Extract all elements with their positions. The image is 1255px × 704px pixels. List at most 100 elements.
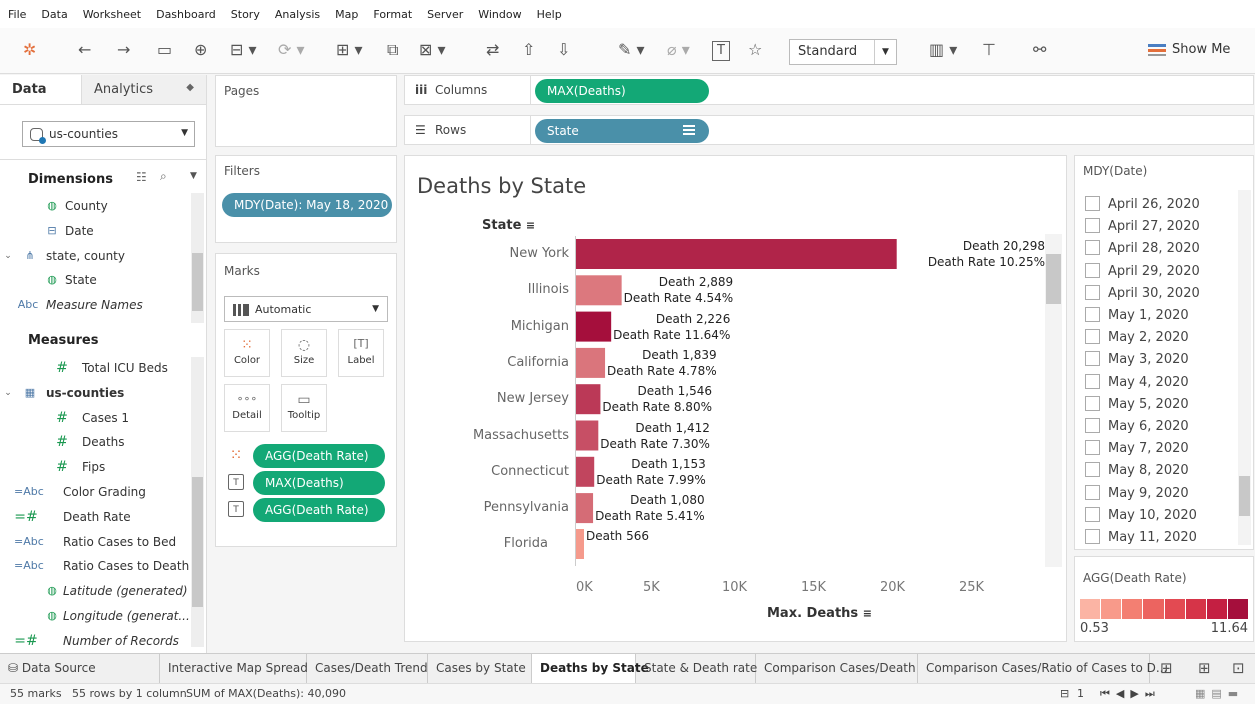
menu-item[interactable]: File (8, 8, 26, 21)
detail-button[interactable]: ∘∘∘ Detail (224, 384, 270, 432)
x-axis-title[interactable]: Max. Deaths ≡ (767, 606, 872, 621)
bar-michigan[interactable] (576, 311, 612, 342)
field-item[interactable]: ◍ Latitude (generated) (0, 579, 190, 603)
measures-scrollbar[interactable] (191, 357, 204, 647)
bar-massachusetts[interactable] (576, 420, 599, 451)
refresh-icon[interactable]: ⟳ ▾ (278, 40, 305, 60)
tab-data-source[interactable]: ⛁ Data Source (0, 654, 160, 684)
field-item[interactable]: # Fips (0, 455, 190, 479)
sheet-tab[interactable]: Cases by State (428, 654, 532, 684)
field-item[interactable]: ◍ State (0, 268, 190, 292)
filter-pill-date[interactable]: MDY(Date): May 18, 2020 (222, 193, 392, 217)
state-label[interactable]: Pennsylvania (484, 500, 569, 515)
bar-new-york[interactable] (576, 239, 897, 269)
bar-new-jersey[interactable] (576, 384, 601, 415)
legend-swatch[interactable] (1143, 599, 1164, 619)
field-item[interactable]: # Total ICU Beds (0, 356, 190, 380)
mark-type-select[interactable]: Automatic ▼ (224, 296, 388, 322)
checkbox[interactable] (1085, 373, 1100, 389)
presentation-icon[interactable]: ⊤ (982, 40, 996, 60)
new-worksheet-icon[interactable]: ⊞ (1160, 659, 1173, 677)
sort-ascending-icon[interactable]: ⇧ (522, 40, 535, 60)
mark-pill-label-rate[interactable]: AGG(Death Rate) (253, 498, 385, 522)
field-item[interactable]: =Abc Ratio Cases to Bed (0, 530, 190, 554)
date-filter-item[interactable]: May 6, 2020 (1085, 416, 1189, 438)
view-mode-icons[interactable]: ▦▤▬ (1195, 684, 1244, 704)
checkbox[interactable] (1085, 262, 1100, 278)
state-label[interactable]: Massachusetts (473, 428, 569, 443)
field-item[interactable]: Abc Measure Names (0, 293, 190, 317)
checkbox[interactable] (1085, 484, 1100, 500)
cards-icon[interactable]: ▥ ▾ (929, 40, 957, 60)
bar-california[interactable] (576, 347, 606, 378)
mark-pill-color[interactable]: AGG(Death Rate) (253, 444, 385, 468)
menu-item[interactable]: Story (231, 8, 260, 21)
scroll-thumb[interactable] (1046, 254, 1061, 304)
date-filter-item[interactable]: May 4, 2020 (1085, 372, 1189, 394)
legend-swatch[interactable] (1122, 599, 1143, 619)
state-label[interactable]: New York (509, 246, 569, 261)
rows-pill-state[interactable]: State (535, 119, 709, 143)
bar-florida[interactable] (576, 529, 584, 560)
checkbox[interactable] (1085, 506, 1100, 522)
menu-item[interactable]: Server (427, 8, 463, 21)
date-filter-item[interactable]: May 8, 2020 (1085, 460, 1189, 482)
state-label[interactable]: Michigan (511, 319, 569, 334)
clear-sheet-icon[interactable]: ⊠ ▾ (419, 40, 446, 60)
field-item[interactable]: ⊟ Date (0, 219, 190, 243)
date-filter-item[interactable]: May 1, 2020 (1085, 305, 1189, 327)
legend-swatch[interactable] (1080, 599, 1101, 619)
legend-ramp[interactable] (1080, 599, 1248, 619)
scroll-thumb[interactable] (192, 253, 203, 311)
pin-icon[interactable]: ☆ (748, 40, 762, 60)
date-filter-item[interactable]: April 26, 2020 (1085, 194, 1200, 216)
state-label[interactable]: Illinois (528, 282, 569, 297)
expand-icon[interactable]: ⌄ (0, 381, 16, 405)
view-scrollbar[interactable] (1045, 234, 1062, 567)
date-filter-item[interactable]: May 5, 2020 (1085, 394, 1189, 416)
date-filter-item[interactable]: April 29, 2020 (1085, 261, 1200, 283)
tableau-logo-icon[interactable]: ✲ (23, 40, 36, 60)
view-toggle-icon[interactable]: ☷ (136, 170, 147, 184)
save-icon[interactable]: ▭ (157, 40, 172, 60)
sheet-tab[interactable]: State & Death rate (636, 654, 757, 684)
menu-item[interactable]: Analysis (275, 8, 320, 21)
highlight-icon[interactable]: ✎ ▾ (618, 40, 645, 60)
duplicate-sheet-icon[interactable]: ⧉ (387, 40, 398, 60)
new-dashboard-icon[interactable]: ⊞ (1198, 659, 1211, 677)
state-label[interactable]: Connecticut (491, 464, 569, 479)
rows-shelf[interactable]: ☰ Rows State (404, 115, 1254, 145)
menu-item[interactable]: Worksheet (83, 8, 141, 21)
field-item[interactable]: ◍ County (0, 194, 190, 218)
tooltip-button[interactable]: ▭ Tooltip (281, 384, 327, 432)
filters-shelf[interactable]: Filters MDY(Date): May 18, 2020 (215, 155, 397, 243)
new-story-icon[interactable]: ⊡ (1232, 659, 1245, 677)
expand-icon[interactable]: ⌄ (0, 244, 16, 268)
chevron-down-icon[interactable]: ▼ (190, 171, 197, 181)
checkbox[interactable] (1085, 395, 1100, 411)
swap-icon[interactable]: ⇄ (486, 40, 499, 60)
checkbox[interactable] (1085, 351, 1100, 367)
date-filter-item[interactable]: May 11, 2020 (1085, 527, 1197, 549)
bar-connecticut[interactable] (576, 456, 595, 487)
menu-item[interactable]: Data (41, 8, 67, 21)
datasource-select[interactable]: us-counties ▼ (22, 121, 195, 147)
state-label[interactable]: Florida (504, 536, 548, 551)
tab-data[interactable]: Data (0, 75, 82, 104)
sheet-navigation-icon[interactable]: ⏮◀▶⏭ (1100, 684, 1161, 704)
date-filter-item[interactable]: April 27, 2020 (1085, 216, 1200, 238)
checkbox[interactable] (1085, 196, 1100, 211)
redo-icon[interactable]: → (117, 40, 130, 60)
date-filter-item[interactable]: May 10, 2020 (1085, 505, 1197, 527)
checkbox[interactable] (1085, 329, 1100, 345)
color-button[interactable]: ⁙ Color (224, 329, 270, 377)
date-filter-scrollbar[interactable] (1238, 190, 1251, 545)
scroll-thumb[interactable] (1239, 476, 1250, 516)
checkbox[interactable] (1085, 307, 1100, 322)
field-item[interactable]: ⌄ ▦ us-counties (0, 381, 190, 405)
label-button[interactable]: [T] Label (338, 329, 384, 377)
field-item[interactable]: =# Number of Records (0, 629, 190, 653)
menu-item[interactable]: Window (478, 8, 521, 21)
date-filter-item[interactable]: May 9, 2020 (1085, 483, 1189, 505)
date-filter-item[interactable]: May 7, 2020 (1085, 438, 1189, 460)
